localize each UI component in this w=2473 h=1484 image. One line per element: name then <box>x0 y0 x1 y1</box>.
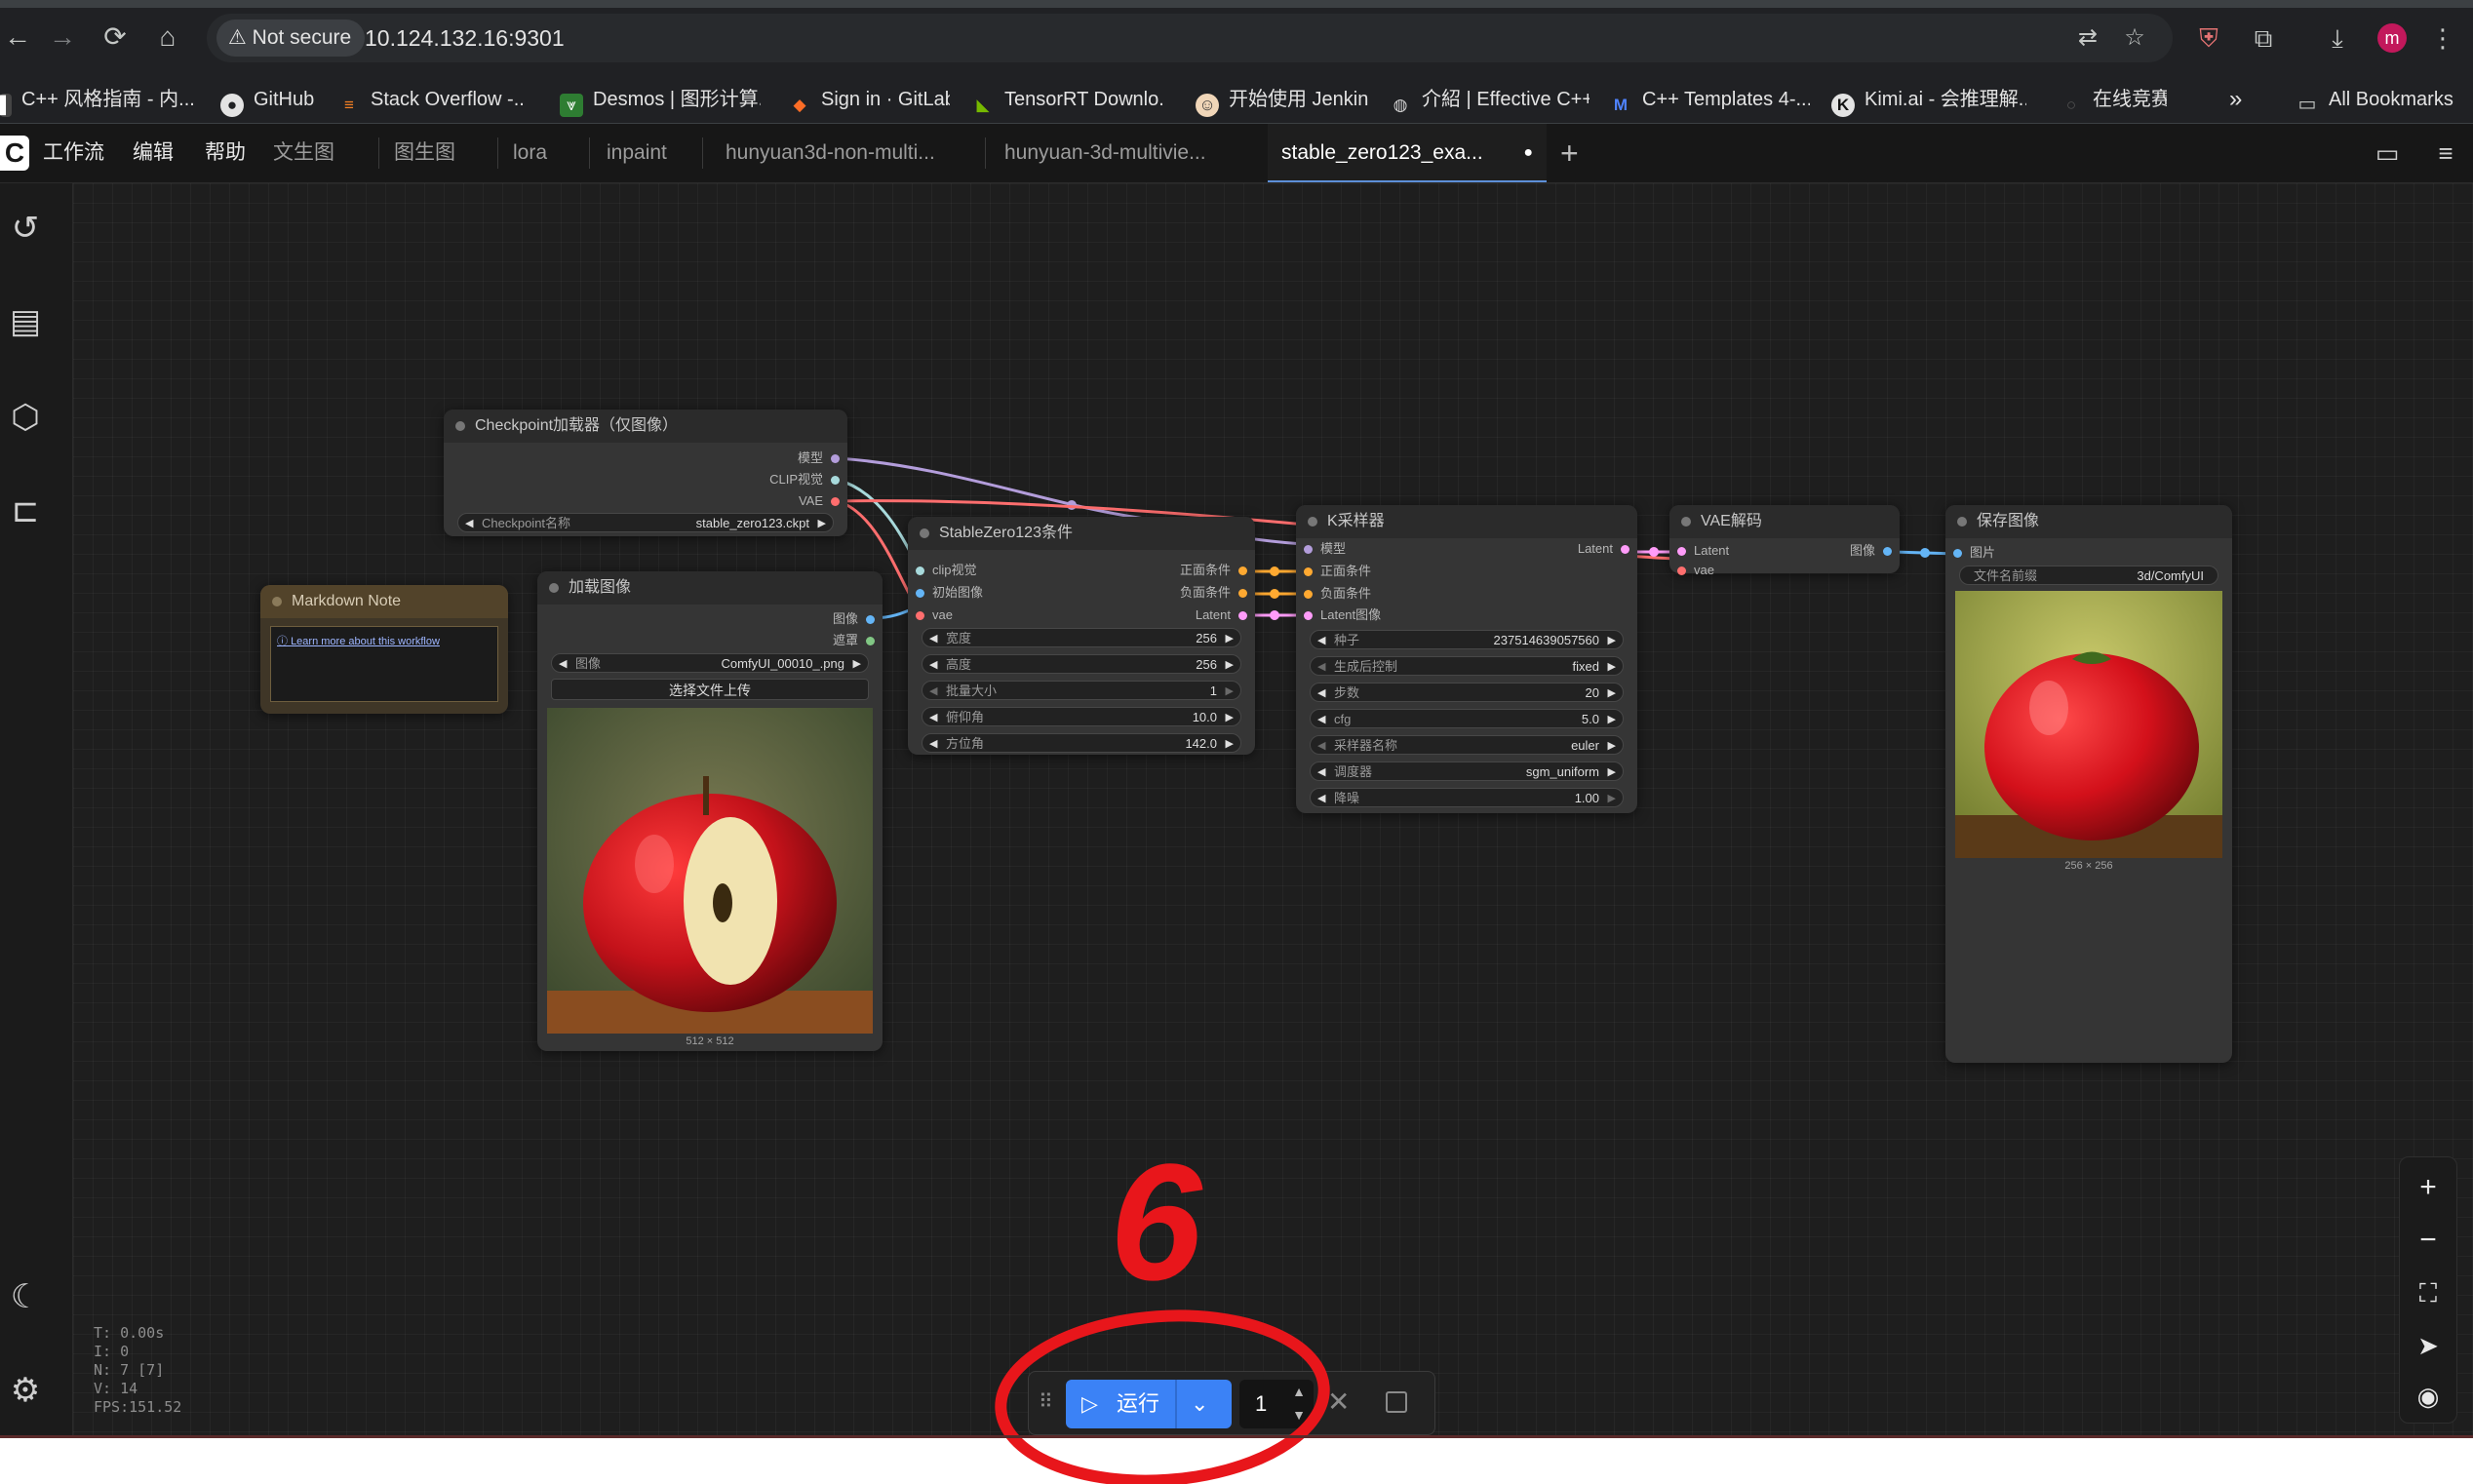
annotation-number: 6 <box>1110 1130 1203 1315</box>
annotation-circle <box>995 1309 1330 1484</box>
red-annotation-overlay: 6 <box>995 1130 1330 1484</box>
bottom-edge-line <box>0 1435 2473 1438</box>
